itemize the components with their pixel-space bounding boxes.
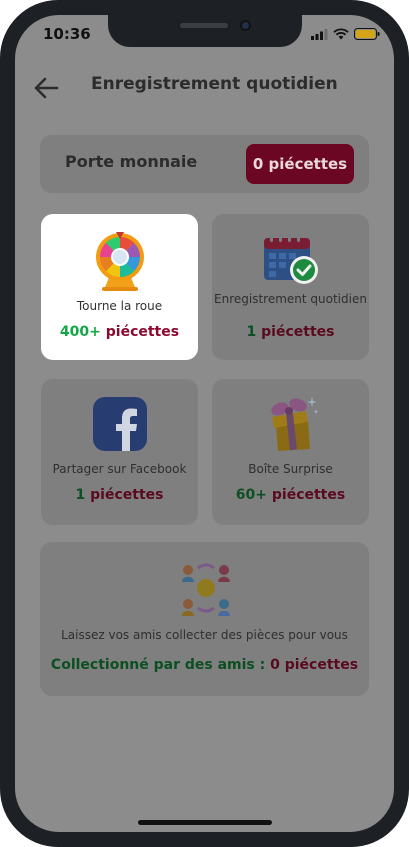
friends-label: Laissez vos amis collecter des pièces po… xyxy=(61,628,348,642)
collected-unit: piécettes xyxy=(284,657,359,673)
wallet-label: Porte monnaie xyxy=(65,152,198,171)
tile-amount: 400+ piécettes xyxy=(41,324,198,340)
notch xyxy=(108,15,302,47)
amount-unit: piécettes xyxy=(271,487,346,503)
friends-collected: Collectionné par des amis : 0 piécettes xyxy=(40,657,369,673)
page-title: Enregistrement quotidien xyxy=(91,74,338,94)
tile-amount: 60+ piécettes xyxy=(212,487,369,503)
friends-collect-card[interactable]: Laissez vos amis collecter des pièces po… xyxy=(40,542,369,696)
tile-label: Enregistrement quotidien xyxy=(214,292,367,306)
facebook-icon xyxy=(92,397,147,451)
amount-value: 1 xyxy=(75,487,86,503)
speaker xyxy=(180,23,228,28)
tile-amount: 1 piécettes xyxy=(212,324,369,340)
wallet-card: Porte monnaie 0 piécettes xyxy=(40,135,369,193)
status-time: 10:36 xyxy=(43,25,91,43)
gift-box-icon xyxy=(270,397,319,451)
friends-circle-icon xyxy=(182,563,230,616)
back-arrow-icon[interactable] xyxy=(33,76,59,100)
amount-value: 60+ xyxy=(235,487,267,503)
status-icons xyxy=(311,28,380,40)
amount-unit: piécettes xyxy=(90,487,164,503)
wallet-balance-button[interactable]: 0 piécettes xyxy=(246,144,354,184)
tile-label: Tourne la roue xyxy=(76,299,163,313)
calendar-check-icon xyxy=(263,233,318,284)
signal-icon xyxy=(311,28,328,40)
tile-spin-wheel[interactable]: Tourne la roue 400+ piécettes xyxy=(41,214,198,360)
tile-surprise-box[interactable]: Boîte Surprise 60+ piécettes xyxy=(212,379,369,525)
amount-unit: piécettes xyxy=(105,324,180,340)
tile-label: Boîte Surprise xyxy=(248,462,333,476)
tile-share-facebook[interactable]: Partager sur Facebook 1 piécettes xyxy=(41,379,198,525)
home-indicator[interactable] xyxy=(138,820,272,825)
battery-icon xyxy=(354,28,380,40)
amount-value: 1 xyxy=(246,324,257,340)
collected-amount: 0 xyxy=(270,657,280,673)
amount-value: 400+ xyxy=(59,324,101,340)
camera xyxy=(240,20,251,31)
amount-unit: piécettes xyxy=(261,324,335,340)
tile-daily-checkin[interactable]: Enregistrement quotidien 1 piécettes xyxy=(212,214,369,360)
collected-prefix: Collectionné par des amis : xyxy=(50,657,271,673)
tile-amount: 1 piécettes xyxy=(41,487,198,503)
tile-label: Partager sur Facebook xyxy=(52,462,187,476)
prize-wheel-icon xyxy=(95,232,144,291)
wifi-icon xyxy=(333,28,349,40)
